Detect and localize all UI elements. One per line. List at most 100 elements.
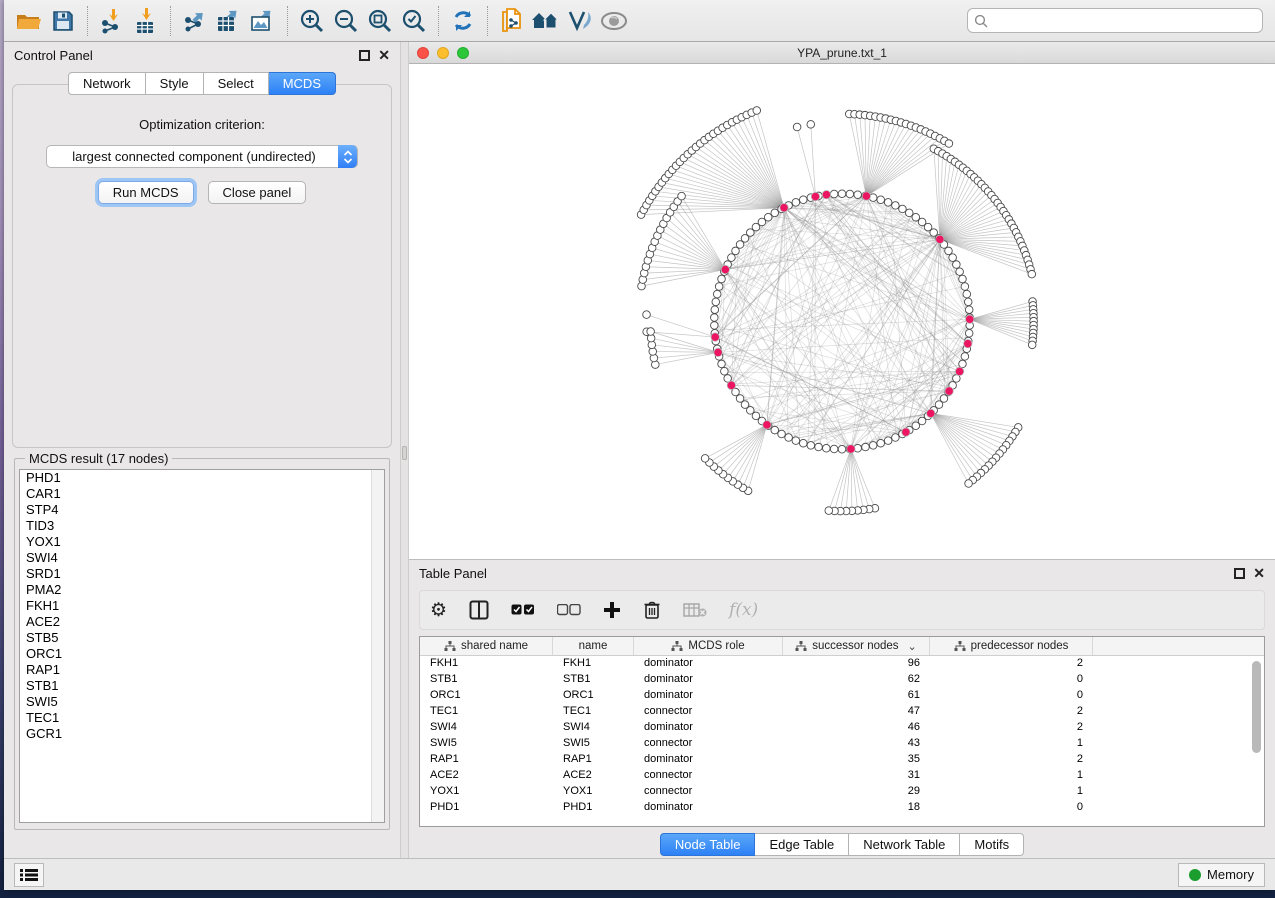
table-scrollbar-thumb[interactable]: [1252, 661, 1261, 753]
mcds-result-item[interactable]: CAR1: [20, 486, 384, 502]
tab-style[interactable]: Style: [146, 72, 204, 95]
mcds-result-item[interactable]: PMA2: [20, 582, 384, 598]
mcds-result-item[interactable]: PHD1: [20, 470, 384, 486]
optimization-criterion-select[interactable]: largest connected component (undirected): [46, 145, 358, 168]
float-panel-icon[interactable]: [359, 50, 370, 61]
select-all-icon[interactable]: [511, 604, 535, 616]
zoom-out-icon[interactable]: [329, 5, 363, 37]
tab-network[interactable]: Network: [68, 72, 146, 95]
mcds-result-item[interactable]: FKH1: [20, 598, 384, 614]
save-session-icon[interactable]: [46, 5, 80, 37]
tab-node-table[interactable]: Node Table: [660, 833, 756, 856]
table-cell: FKH1: [553, 656, 634, 672]
column-header-successor-nodes[interactable]: successor nodes⌄: [783, 637, 930, 655]
mcds-result-item[interactable]: STB1: [20, 678, 384, 694]
column-header-name[interactable]: name: [553, 637, 634, 655]
control-panel-tabs: Network Style Select MCDS: [4, 72, 400, 95]
tab-select[interactable]: Select: [204, 72, 269, 95]
tab-network-table[interactable]: Network Table: [849, 833, 960, 856]
table-cell: STB1: [420, 672, 553, 688]
mcds-result-item[interactable]: YOX1: [20, 534, 384, 550]
toolbar-separator: [287, 6, 288, 36]
import-table-icon[interactable]: [129, 5, 163, 37]
table-cell: 0: [930, 800, 1093, 816]
table-row[interactable]: FKH1FKH1dominator962: [420, 656, 1264, 672]
mcds-result-item[interactable]: ORC1: [20, 646, 384, 662]
tab-motifs[interactable]: Motifs: [960, 833, 1024, 856]
mcds-result-item[interactable]: SWI4: [20, 550, 384, 566]
table-cell: SWI5: [553, 736, 634, 752]
export-to-web-icon[interactable]: [495, 5, 529, 37]
task-history-button[interactable]: [14, 863, 44, 887]
toolbar-separator: [87, 6, 88, 36]
show-hide-graphics-details-icon[interactable]: [597, 5, 631, 37]
search-input[interactable]: [993, 14, 1256, 28]
export-image-icon[interactable]: [246, 5, 280, 37]
table-row[interactable]: ACE2ACE2connector311: [420, 768, 1264, 784]
tab-mcds[interactable]: MCDS: [269, 72, 336, 95]
table-row[interactable]: RAP1RAP1dominator352: [420, 752, 1264, 768]
table-tabs: Node Table Edge Table Network Table Moti…: [409, 830, 1275, 858]
open-session-icon[interactable]: [12, 5, 46, 37]
column-header-MCDS-role[interactable]: MCDS role: [634, 637, 783, 655]
float-table-panel-icon[interactable]: [1234, 568, 1245, 579]
mcds-result-item[interactable]: SWI5: [20, 694, 384, 710]
mcds-result-item[interactable]: RAP1: [20, 662, 384, 678]
node-table: shared namenameMCDS rolesuccessor nodes⌄…: [419, 636, 1265, 827]
table-cell: RAP1: [420, 752, 553, 768]
houses-icon[interactable]: [529, 5, 563, 37]
tab-edge-table[interactable]: Edge Table: [755, 833, 849, 856]
zoom-fit-icon[interactable]: [363, 5, 397, 37]
table-cell: dominator: [634, 688, 783, 704]
table-row[interactable]: STB1STB1dominator620: [420, 672, 1264, 688]
mcds-result-item[interactable]: STB5: [20, 630, 384, 646]
column-attribute-icon: [954, 641, 966, 652]
refresh-view-icon[interactable]: [446, 5, 480, 37]
splitter-grip[interactable]: [402, 446, 407, 460]
show-columns-icon[interactable]: [469, 600, 489, 620]
table-cell: 1: [930, 736, 1093, 752]
memory-button[interactable]: Memory: [1178, 863, 1265, 887]
toolbar-separator: [487, 6, 488, 36]
table-row[interactable]: ORC1ORC1dominator610: [420, 688, 1264, 704]
delete-column-trash-icon[interactable]: [643, 600, 661, 620]
table-row[interactable]: SWI4SWI4dominator462: [420, 720, 1264, 736]
deselect-all-icon[interactable]: [557, 604, 581, 616]
network-window-titlebar: YPA_prune.txt_1: [409, 42, 1275, 64]
close-table-panel-icon[interactable]: ✕: [1253, 568, 1265, 579]
zoom-in-icon[interactable]: [295, 5, 329, 37]
mcds-result-item[interactable]: TID3: [20, 518, 384, 534]
task-list-icon: [20, 868, 38, 882]
import-network-icon[interactable]: [95, 5, 129, 37]
mcds-result-item[interactable]: ACE2: [20, 614, 384, 630]
mcds-result-item[interactable]: TEC1: [20, 710, 384, 726]
table-row[interactable]: TEC1TEC1connector472: [420, 704, 1264, 720]
mcds-result-item[interactable]: SRD1: [20, 566, 384, 582]
mcds-result-item[interactable]: GCR1: [20, 726, 384, 742]
create-column-plus-icon[interactable]: [603, 601, 621, 619]
search-box[interactable]: [967, 8, 1263, 33]
close-panel-icon[interactable]: ✕: [378, 50, 390, 61]
table-row[interactable]: SWI5SWI5connector431: [420, 736, 1264, 752]
table-row[interactable]: YOX1YOX1connector291: [420, 784, 1264, 800]
export-table-icon[interactable]: [212, 5, 246, 37]
table-cell: 46: [783, 720, 930, 736]
panel-splitter[interactable]: [400, 42, 409, 858]
column-header-predecessor-nodes[interactable]: predecessor nodes: [930, 637, 1093, 655]
network-graph-canvas[interactable]: [409, 64, 1275, 559]
annotation-v-icon[interactable]: [563, 5, 597, 37]
table-row[interactable]: PHD1PHD1dominator180: [420, 800, 1264, 816]
mcds-list-scrollbar[interactable]: [371, 470, 384, 822]
table-scrollbar[interactable]: [1251, 659, 1262, 822]
control-panel: Control Panel ✕ Network Style Select MCD…: [4, 42, 400, 858]
mcds-result-list[interactable]: PHD1CAR1STP4TID3YOX1SWI4SRD1PMA2FKH1ACE2…: [19, 469, 385, 823]
column-header-shared-name[interactable]: shared name: [420, 637, 553, 655]
mcds-result-item[interactable]: STP4: [20, 502, 384, 518]
main-toolbar: [4, 0, 1275, 42]
export-network-icon[interactable]: [178, 5, 212, 37]
table-settings-gear-icon[interactable]: ⚙: [430, 601, 447, 620]
run-mcds-button[interactable]: Run MCDS: [98, 181, 194, 204]
zoom-selected-icon[interactable]: [397, 5, 431, 37]
table-cell: dominator: [634, 656, 783, 672]
close-panel-button[interactable]: Close panel: [208, 181, 307, 204]
